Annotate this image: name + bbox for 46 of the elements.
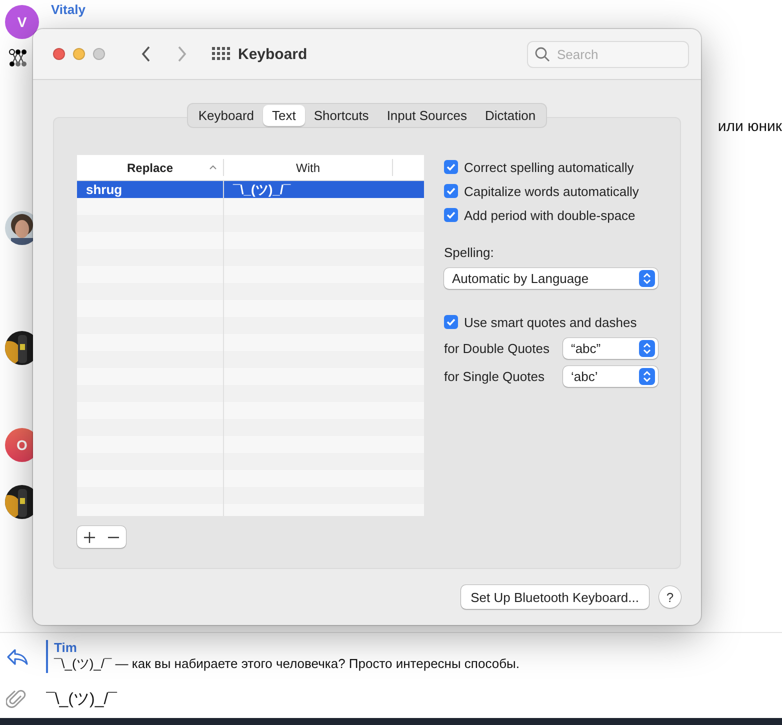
table-cell-text: ¯\_(ツ)_/¯ [232, 181, 292, 198]
plus-icon [84, 532, 95, 542]
tab[interactable]: Input Sources [378, 105, 476, 126]
message-text: ¯\_(ツ)_/¯ — как вы набираете этого человечка? Просто интересны способы. [54, 655, 520, 673]
grid-icon[interactable] [212, 47, 230, 61]
reply-icon[interactable] [6, 648, 28, 666]
tab[interactable]: Dictation [476, 105, 545, 126]
checkbox-label: Capitalize words automatically [464, 184, 639, 198]
checkbox[interactable] [444, 184, 458, 198]
stepper-icon [639, 270, 655, 287]
checkbox[interactable] [444, 208, 458, 222]
minimize-button[interactable] [73, 48, 85, 60]
stepper-icon [639, 340, 655, 356]
tab[interactable]: Text [263, 105, 305, 126]
quotes-popup[interactable]: “abc” [563, 338, 658, 358]
message-input[interactable]: ¯\_(ツ)_/¯ [46, 690, 782, 708]
checkbox[interactable] [444, 160, 458, 174]
search-input[interactable]: Search [555, 46, 675, 62]
checkbox-label: Correct spelling automatically [464, 160, 634, 174]
column-header[interactable]: With [296, 160, 320, 174]
author-name: Vitaly [51, 2, 86, 17]
window-title: Keyboard [238, 46, 308, 62]
spelling-popup[interactable]: Automatic by Language [444, 268, 658, 289]
tab[interactable]: Keyboard [189, 105, 264, 126]
help-button[interactable]: ? [659, 586, 681, 608]
spelling-label: Spelling: [444, 245, 495, 260]
quotes-label: for Single Quotes [444, 368, 546, 384]
paperclip-icon[interactable] [6, 688, 26, 710]
table-row[interactable]: shrug ¯\_(ツ)_/¯ [77, 181, 424, 198]
search-icon [535, 46, 550, 62]
column-header[interactable]: Replace [126, 160, 174, 174]
author-name: Tim [54, 640, 78, 655]
message-text: или юник [718, 118, 782, 135]
checkbox[interactable] [444, 315, 458, 329]
avatar: V [5, 5, 39, 39]
stepper-icon [639, 368, 655, 384]
search-field[interactable]: Search [527, 40, 689, 68]
tab[interactable]: Shortcuts [304, 105, 378, 126]
quotes-popup[interactable]: ‘abc’ [563, 366, 658, 386]
checkbox-label: Use smart quotes and dashes [464, 314, 637, 330]
forward-icon[interactable] [177, 46, 187, 62]
close-button[interactable] [53, 48, 65, 60]
back-icon[interactable] [141, 46, 151, 62]
bluetooth-setup-button[interactable]: Set Up Bluetooth Keyboard... [460, 585, 649, 609]
checkbox-label: Add period with double-space [464, 208, 636, 222]
quotes-label: for Double Quotes [444, 340, 551, 356]
